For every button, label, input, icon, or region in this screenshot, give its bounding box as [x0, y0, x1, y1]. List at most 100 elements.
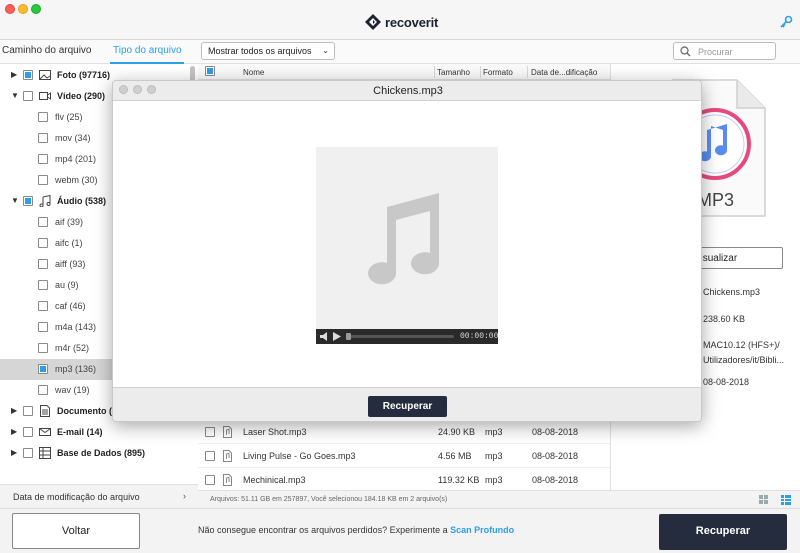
minimize-window-button[interactable]	[18, 4, 28, 14]
column-name[interactable]: Nome	[243, 68, 264, 77]
app-name: recoverit	[385, 14, 439, 30]
tree-item-checkbox[interactable]	[38, 259, 48, 269]
chevron-right-icon[interactable]: ▶	[11, 448, 17, 457]
sort-bar[interactable]: Data de modificação do arquivo ›	[0, 484, 198, 508]
tree-item-checkbox[interactable]	[38, 112, 48, 122]
column-date[interactable]: Data de...dificação	[531, 68, 597, 77]
tree-item-checkbox[interactable]	[23, 91, 33, 101]
chevron-right-icon: ›	[183, 491, 186, 501]
tree-item-label: webm (30)	[55, 175, 98, 185]
tree-item-label: Documento (	[57, 406, 112, 416]
file-checkbox[interactable]	[205, 427, 215, 437]
zoom-window-button[interactable]	[31, 4, 41, 14]
back-button-label: Voltar	[61, 525, 91, 537]
tree-item-checkbox[interactable]	[38, 385, 48, 395]
select-all-checkbox[interactable]	[205, 66, 215, 76]
file-row[interactable]: Mechinical.mp3 119.32 KB mp3 08-08-2018	[198, 468, 610, 490]
sort-label: Data de modificação do arquivo	[13, 492, 140, 502]
list-toolbar: Mostrar todos os arquivos ⌄ Procurar	[198, 40, 800, 64]
tree-item-checkbox[interactable]	[38, 343, 48, 353]
modal-recover-button[interactable]: Recuperar	[368, 396, 447, 417]
search-placeholder: Procurar	[698, 47, 733, 57]
tree-item-checkbox[interactable]	[38, 175, 48, 185]
tree-item-checkbox[interactable]	[38, 364, 48, 374]
tree-item[interactable]: ▶ E-mail (14)	[0, 422, 192, 443]
modal-footer: Recuperar	[113, 387, 701, 421]
chevron-right-icon[interactable]: ▶	[11, 70, 17, 79]
chevron-down-icon[interactable]: ▼	[11, 91, 19, 100]
recoverit-logo-icon	[365, 14, 381, 30]
tree-item-label: m4r (52)	[55, 343, 90, 353]
tree-item-checkbox[interactable]	[23, 427, 33, 437]
chevron-right-icon[interactable]: ▶	[11, 406, 17, 415]
status-bar: Arquivos: 51.11 GB em 257897, Você selec…	[198, 490, 800, 508]
file-date: 08-08-2018	[532, 451, 579, 461]
music-note-icon	[368, 193, 440, 285]
tree-item-label: E-mail (14)	[57, 427, 103, 437]
email-icon	[39, 428, 51, 436]
tree-item-label: Base de Dados (895)	[57, 448, 146, 458]
seek-bar[interactable]	[346, 335, 454, 338]
tree-item-checkbox[interactable]	[23, 70, 33, 80]
tree-item-checkbox[interactable]	[38, 280, 48, 290]
tree-item-checkbox[interactable]	[38, 154, 48, 164]
tree-item[interactable]: ▶ Base de Dados (895)	[0, 443, 192, 464]
video-icon	[39, 92, 51, 100]
file-format: mp3	[485, 475, 503, 485]
modal-title: Chickens.mp3	[373, 85, 443, 97]
grid-view-icon[interactable]	[759, 495, 768, 504]
key-icon[interactable]	[779, 15, 793, 29]
file-list-header: Nome Tamanho Formato Data de...dificação	[198, 64, 610, 80]
tree-item-checkbox[interactable]	[23, 196, 33, 206]
tree-item-checkbox[interactable]	[38, 217, 48, 227]
search-icon	[680, 46, 691, 57]
document-icon	[40, 405, 50, 417]
audio-player: 00:00:00	[316, 147, 498, 344]
audio-file-icon	[223, 426, 232, 438]
tree-item-checkbox[interactable]	[23, 406, 33, 416]
play-icon[interactable]	[333, 332, 341, 341]
tab-file-path[interactable]: Caminho do arquivo	[2, 45, 92, 56]
tree-item-label: caf (46)	[55, 301, 86, 311]
column-size[interactable]: Tamanho	[437, 68, 470, 77]
recover-button[interactable]: Recuperar	[659, 514, 787, 550]
music-note-icon	[39, 195, 51, 207]
seek-handle[interactable]	[346, 333, 351, 340]
tree-item-label: m4a (143)	[55, 322, 97, 332]
tree-item-checkbox[interactable]	[23, 448, 33, 458]
tree-item-label: wav (19)	[55, 385, 90, 395]
list-view-icon[interactable]	[781, 495, 791, 505]
close-window-button[interactable]	[5, 4, 15, 14]
file-date: 08-08-2018	[532, 475, 579, 485]
file-checkbox[interactable]	[205, 475, 215, 485]
file-date: 08-08-2018	[532, 427, 579, 437]
tree-item-label: mp4 (201)	[55, 154, 97, 164]
volume-icon[interactable]	[320, 332, 330, 341]
column-separator	[480, 66, 481, 78]
chevron-right-icon[interactable]: ▶	[11, 427, 17, 436]
tree-item-checkbox[interactable]	[38, 238, 48, 248]
file-row[interactable]: Laser Shot.mp3 24.90 KB mp3 08-08-2018	[198, 420, 610, 444]
tree-item-checkbox[interactable]	[38, 301, 48, 311]
chevron-down-icon: ⌄	[322, 46, 329, 55]
tree-item-checkbox[interactable]	[38, 133, 48, 143]
column-format[interactable]: Formato	[483, 68, 513, 77]
status-text: Arquivos: 51.11 GB em 257897, Você selec…	[210, 496, 448, 503]
file-name: Living Pulse - Go Goes.mp3	[243, 451, 356, 461]
tree-item-checkbox[interactable]	[38, 322, 48, 332]
search-input[interactable]: Procurar	[673, 42, 776, 60]
file-size: 4.56 MB	[438, 451, 472, 461]
deep-scan-link[interactable]: Scan Profundo	[450, 525, 514, 535]
chevron-down-icon[interactable]: ▼	[11, 196, 19, 205]
tree-item-label: mov (34)	[55, 133, 91, 143]
filter-dropdown[interactable]: Mostrar todos os arquivos ⌄	[201, 42, 335, 60]
file-format: mp3	[485, 427, 503, 437]
column-separator	[527, 66, 528, 78]
tab-file-type[interactable]: Tipo do arquivo	[113, 45, 182, 56]
footer-message: Não consegue encontrar os arquivos perdi…	[198, 525, 514, 535]
back-button[interactable]: Voltar	[12, 513, 140, 549]
preview-path-2: Utilizadores/it/Bibli...	[703, 355, 785, 365]
file-row[interactable]: Living Pulse - Go Goes.mp3 4.56 MB mp3 08-0…	[198, 444, 610, 468]
tree-item-label: mp3 (136)	[55, 364, 97, 374]
file-checkbox[interactable]	[205, 451, 215, 461]
